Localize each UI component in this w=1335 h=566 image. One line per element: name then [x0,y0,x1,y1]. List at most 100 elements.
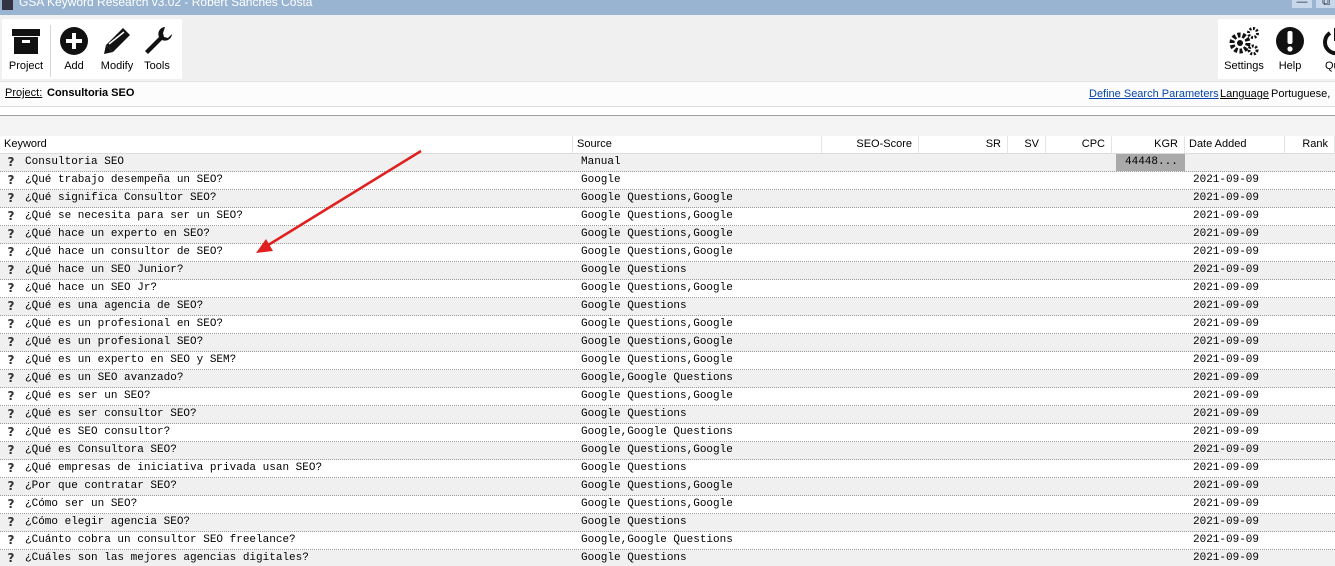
toolbar-separator [50,25,51,77]
power-icon [1323,28,1335,56]
define-search-parameters-link[interactable]: Define Search Parameters [1089,88,1219,100]
table-row[interactable]: ? ¿Qué trabajo desempeña un SEO? Google 202… [0,172,1335,190]
keyword-cell: ¿Qué es un experto en SEO y SEM? [25,354,237,366]
minimize-button[interactable]: — [1292,0,1312,8]
source-cell: Google Questions,Google [581,390,733,402]
source-cell: Google Questions [581,516,687,528]
date-added-cell: 2021-09-09 [1193,336,1260,348]
source-cell: Manual [581,156,621,168]
question-icon: ? [7,335,15,349]
title-bar: GSA Keyword Research v3.02 - Robert Sanc… [0,0,1335,15]
column-header-seo-score[interactable]: SEO-Score [822,136,919,153]
tools-label: Tools [144,60,170,72]
source-cell: Google Questions,Google [581,246,733,258]
keyword-cell: ¿Qué es una agencia de SEO? [25,300,204,312]
table-row[interactable]: ? ¿Qué hace un SEO Junior? Google Question… [0,262,1335,280]
source-cell: Google Questions,Google [581,318,733,330]
toolbar: Project Add Modify Tools Settings Help Q [0,15,1335,82]
keyword-cell: ¿Qué es un SEO avanzado? [25,372,184,384]
table-row[interactable]: ? ¿Cómo elegir agencia SEO? Google Questio… [0,514,1335,532]
filter-bar[interactable] [0,107,1335,116]
question-icon: ? [7,461,15,475]
source-cell: Google Questions,Google [581,480,733,492]
table-row[interactable]: ? ¿Cómo ser un SEO? Google Questions,Googl… [0,496,1335,514]
table-row[interactable]: ? ¿Cuánto cobra un consultor SEO freelanc… [0,532,1335,550]
column-header-rank[interactable]: Rank [1285,136,1335,153]
source-cell: Google Questions [581,462,687,474]
question-icon: ? [7,353,15,367]
date-added-cell: 2021-09-09 [1193,192,1260,204]
date-added-cell: 2021-09-09 [1193,516,1260,528]
project-button[interactable]: Project [4,19,48,79]
table-row[interactable]: ? ¿Qué es un SEO avanzado? Google,Google Q… [0,370,1335,388]
table-row[interactable]: ? ¿Cuáles son las mejores agencias digita… [0,550,1335,566]
settings-button[interactable]: Settings [1220,19,1268,79]
keyword-cell: ¿Por que contratar SEO? [25,480,177,492]
keyword-cell: ¿Qué trabajo desempeña un SEO? [25,174,224,186]
window-title: GSA Keyword Research v3.02 - Robert Sanc… [19,0,313,9]
maximize-button[interactable]: ⧉ [1316,0,1335,8]
column-header-kgr[interactable]: KGR [1112,136,1185,153]
project-field-label[interactable]: Project: [5,87,42,99]
language-link[interactable]: Language [1220,88,1269,100]
keyword-cell: ¿Qué se necesita para ser un SEO? [25,210,243,222]
table-row[interactable]: ? ¿Qué es Consultora SEO? Google Questions… [0,442,1335,460]
source-cell: Google Questions [581,552,687,564]
question-icon: ? [7,281,15,295]
source-cell: Google,Google Questions [581,372,733,384]
archive-box-icon [12,29,40,54]
quit-button[interactable]: Qu [1314,19,1335,79]
table-row[interactable]: ? ¿Qué es un profesional SEO? Google Quest… [0,334,1335,352]
table-row[interactable]: ? ¿Qué es un profesional en SEO? Google Qu… [0,316,1335,334]
column-header-source[interactable]: Source [573,136,822,153]
help-button[interactable]: Help [1270,19,1310,79]
table-row[interactable]: ? ¿Qué es SEO consultor? Google,Google Que… [0,424,1335,442]
question-icon: ? [7,371,15,385]
add-button[interactable]: Add [54,19,94,79]
table-row[interactable]: ? ¿Qué es una agencia de SEO? Google Quest… [0,298,1335,316]
date-added-cell: 2021-09-09 [1193,228,1260,240]
table-row[interactable]: ? ¿Qué hace un experto en SEO? Google Ques… [0,226,1335,244]
table-row[interactable]: ? ¿Qué es ser consultor SEO? Google Questi… [0,406,1335,424]
modify-button[interactable]: Modify [96,19,138,79]
project-bar: Project: Consultoria SEO Define Search P… [0,82,1335,107]
question-icon: ? [7,209,15,223]
table-row[interactable]: ? ¿Qué es un experto en SEO y SEM? Google … [0,352,1335,370]
toolbar-right-group: Settings Help Qu [1218,19,1335,79]
column-header-sv[interactable]: SV [1008,136,1046,153]
question-icon: ? [7,407,15,421]
table-row[interactable]: ? ¿Qué es ser un SEO? Google Questions,Goo… [0,388,1335,406]
date-added-cell: 2021-09-09 [1193,354,1260,366]
column-header-sr[interactable]: SR [919,136,1008,153]
keyword-cell: ¿Qué es ser consultor SEO? [25,408,197,420]
date-added-cell: 2021-09-09 [1193,480,1260,492]
kgr-cell: 44448... [1125,156,1178,168]
question-icon: ? [7,425,15,439]
source-cell: Google Questions [581,408,687,420]
question-icon: ? [7,299,15,313]
source-cell: Google Questions,Google [581,498,733,510]
date-added-cell: 2021-09-09 [1193,300,1260,312]
table-row[interactable]: ? ¿Por que contratar SEO? Google Questions… [0,478,1335,496]
column-header-keyword[interactable]: Keyword [0,136,573,153]
keyword-cell: ¿Qué es un profesional en SEO? [25,318,224,330]
table-row[interactable]: ? ¿Qué hace un consultor de SEO? Google Qu… [0,244,1335,262]
table-row[interactable]: ? ¿Qué significa Consultor SEO? Google Que… [0,190,1335,208]
table-row[interactable]: ? ¿Qué empresas de iniciativa privada usa… [0,460,1335,478]
question-icon: ? [7,155,15,169]
keyword-cell: ¿Qué es SEO consultor? [25,426,171,438]
keyword-table-body: ? Consultoria SEO Manual 44448...? ¿Qué trab… [0,154,1335,566]
question-icon: ? [7,479,15,493]
question-icon: ? [7,443,15,457]
tools-button[interactable]: Tools [138,19,176,79]
app-icon [2,0,13,10]
table-row[interactable]: ? Consultoria SEO Manual 44448... [0,154,1335,172]
modify-label: Modify [100,60,134,72]
table-row[interactable]: ? ¿Qué hace un SEO Jr? Google Questions,Go… [0,280,1335,298]
column-header-cpc[interactable]: CPC [1046,136,1112,153]
column-header-date-added[interactable]: Date Added [1185,136,1285,153]
source-cell: Google Questions,Google [581,282,733,294]
table-row[interactable]: ? ¿Qué se necesita para ser un SEO? Google… [0,208,1335,226]
source-cell: Google Questions,Google [581,354,733,366]
question-icon: ? [7,389,15,403]
